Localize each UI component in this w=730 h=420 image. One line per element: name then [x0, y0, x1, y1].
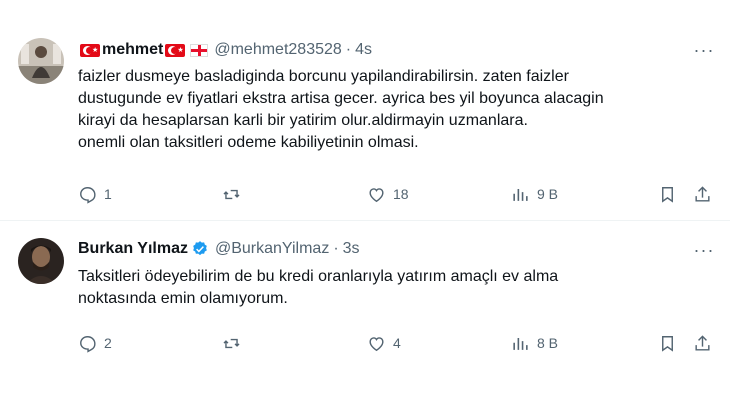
verified-badge-icon: [193, 241, 207, 256]
avatar[interactable]: [18, 238, 64, 284]
reply-icon: [80, 335, 96, 353]
tweet-text-line: Taksitleri ödeyebilirim de bu kredi oran…: [78, 268, 559, 285]
turkey-flag-icon: ★: [165, 43, 186, 57]
avatar-photo: [18, 38, 64, 84]
tweet-text-line: faizler dusmeye basladiginda borcunu yap…: [78, 68, 569, 85]
tweet-text-line: noktasında emin olamıyorum.: [78, 290, 288, 307]
timestamp[interactable]: 3s: [343, 240, 360, 258]
like-count: 4: [393, 335, 401, 351]
views-icon: [513, 337, 528, 350]
tweet-text-line: onemli olan taksitleri odeme kabiliyetin…: [78, 134, 419, 151]
user-handle[interactable]: @mehmet283528: [214, 41, 341, 59]
retweet-button[interactable]: [222, 332, 248, 354]
like-button[interactable]: 18: [367, 183, 409, 205]
bookmark-icon: [662, 186, 673, 203]
like-count: 18: [393, 186, 409, 202]
retweet-icon: [223, 189, 240, 199]
separator-dot: ·: [345, 41, 352, 58]
turkey-flag-icon: ★: [80, 43, 100, 57]
views-count: 8 B: [537, 335, 559, 351]
user-handle[interactable]: @BurkanYilmaz: [215, 240, 329, 258]
avatar-photo: [18, 238, 64, 284]
bookmark-button[interactable]: [658, 332, 677, 354]
retweet-button[interactable]: [222, 183, 248, 205]
reply-button[interactable]: 1: [78, 183, 112, 205]
retweet-icon: [223, 338, 240, 348]
reply-icon: [80, 186, 96, 204]
reply-button[interactable]: 2: [78, 332, 112, 354]
tweet-text-line: kirayi da hesaplarsan karli bir yatirim …: [78, 112, 528, 129]
like-button[interactable]: 4: [367, 332, 401, 354]
separator-dot: ·: [333, 240, 339, 257]
reply-count: 1: [104, 186, 112, 202]
tweet-text: faizler dusmeye basladiginda borcunu yap…: [78, 66, 718, 154]
tweet-text: Taksitleri ödeyebilirim de bu kredi oran…: [78, 266, 718, 310]
views-count: 9 B: [537, 186, 559, 202]
share-button[interactable]: [693, 183, 712, 205]
views-button[interactable]: 8 B: [511, 332, 558, 354]
views-icon: [513, 188, 528, 201]
timestamp[interactable]: 4s: [355, 41, 372, 59]
like-icon: [369, 336, 384, 351]
bookmark-button[interactable]: [658, 183, 677, 205]
divider: [0, 220, 730, 221]
like-icon: [369, 187, 384, 202]
display-name[interactable]: Burkan Yılmaz: [78, 240, 188, 258]
bookmark-icon: [662, 335, 673, 352]
share-icon: [695, 185, 710, 202]
display-name[interactable]: mehmet: [102, 41, 163, 59]
georgia-flag-icon: [190, 43, 209, 57]
avatar[interactable]: [18, 38, 64, 84]
more-icon[interactable]: ···: [690, 240, 718, 260]
views-button[interactable]: 9 B: [511, 183, 558, 205]
share-button[interactable]: [693, 332, 712, 354]
tweet-text-line: dustugunde ev fiyatlari ekstra artisa ge…: [78, 90, 604, 107]
more-icon[interactable]: ···: [690, 40, 718, 60]
reply-count: 2: [104, 335, 112, 351]
share-icon: [695, 334, 710, 351]
